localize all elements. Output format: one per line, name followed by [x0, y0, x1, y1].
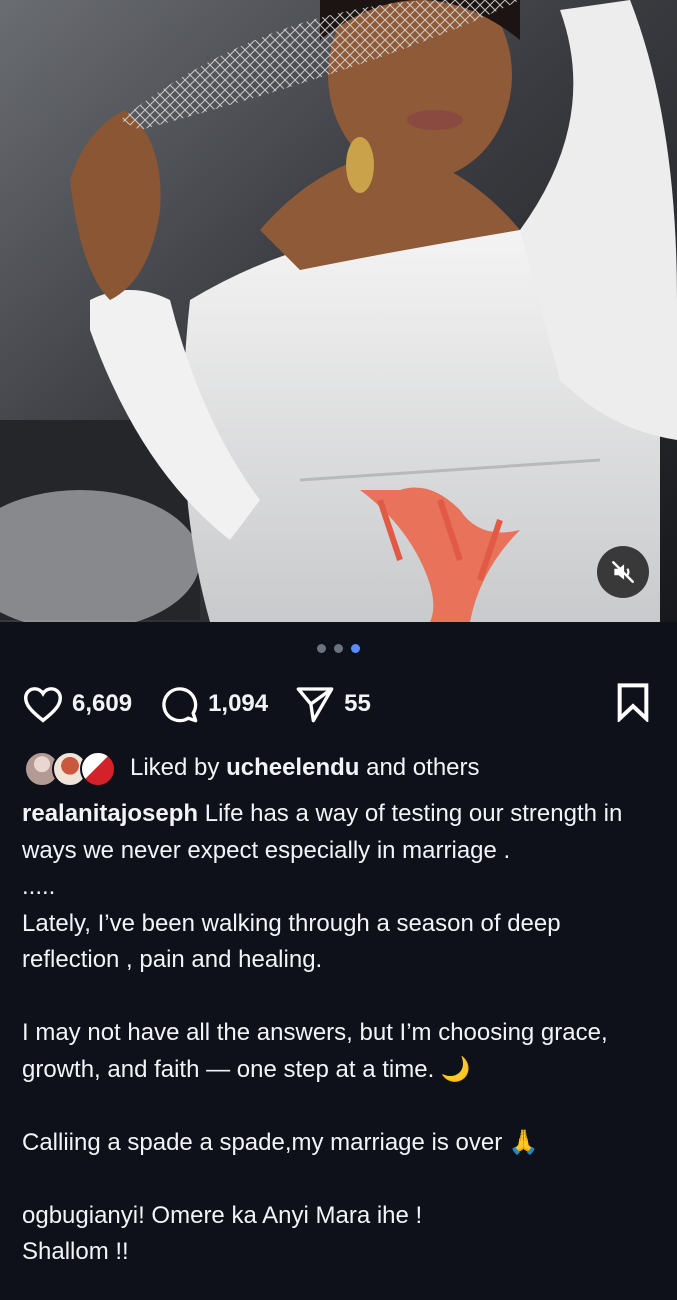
liked-by-user[interactable]: ucheelendu — [226, 754, 359, 782]
liked-by-suffix: and others — [366, 754, 480, 781]
comment-bubble-icon — [162, 687, 198, 723]
save-button[interactable] — [615, 682, 651, 727]
caption-first-paragraph: realanitajoseph Life has a way of testin… — [22, 796, 652, 869]
caption-paragraph: Lately, I’ve been walking through a seas… — [22, 909, 561, 974]
carousel-dot-active — [351, 644, 360, 653]
action-bar: 6,609 1,094 55 — [22, 678, 651, 730]
comment-button[interactable]: 1,094 — [158, 684, 268, 724]
caption-dots: ..... — [22, 873, 56, 900]
avatar — [80, 751, 116, 787]
heart-icon — [23, 687, 63, 723]
caption-username[interactable]: realanitajoseph — [22, 800, 198, 827]
carousel-indicator — [0, 644, 677, 653]
post-caption: realanitajoseph Life has a way of testin… — [22, 796, 652, 1271]
like-button[interactable]: 6,609 — [22, 685, 132, 723]
speaker-muted-icon — [612, 561, 634, 583]
liked-by-prefix: Liked by — [130, 754, 220, 781]
caption-paragraph: I may not have all the answers, but I’m … — [22, 1019, 608, 1083]
comment-count: 1,094 — [208, 690, 269, 717]
mute-button[interactable] — [597, 546, 649, 598]
caption-paragraph: Calliing a spade a spade,my marriage is … — [22, 1128, 539, 1156]
post-photo — [0, 0, 677, 622]
post-screen: 6,609 1,094 55 Liked by ucheelendu and o… — [0, 0, 677, 1300]
bookmark-icon — [617, 682, 649, 723]
paper-plane-icon — [296, 687, 334, 723]
liker-avatars — [24, 751, 120, 787]
like-count: 6,609 — [72, 690, 133, 717]
liked-by-row[interactable]: Liked by ucheelendu and others — [24, 750, 480, 787]
caption-paragraph: ogbugianyi! Omere ka Anyi Mara ihe ! — [22, 1201, 423, 1229]
carousel-dot — [317, 644, 326, 653]
caption-paragraph: Shallom !! — [22, 1238, 129, 1265]
share-button[interactable]: 55 — [294, 684, 371, 724]
carousel-dot — [334, 644, 343, 653]
share-count: 55 — [344, 690, 371, 717]
post-media[interactable] — [0, 0, 677, 622]
